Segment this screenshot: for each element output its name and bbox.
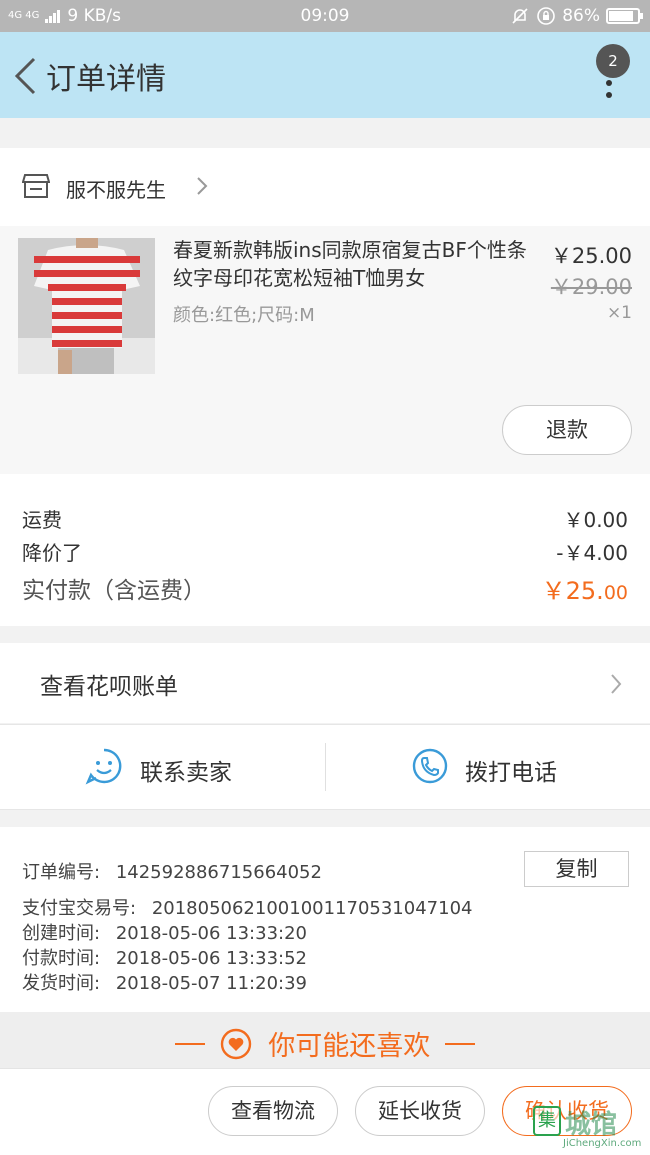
paid-time-row: 付款时间: 2018-05-06 13:33:52 [22, 944, 307, 970]
shipped-time-row: 发货时间: 2018-05-07 11:20:39 [22, 969, 307, 995]
nav-bar: 订单详情 2 [0, 32, 650, 118]
paid-value: ￥25.00 [542, 571, 628, 606]
alipay-trade-number: 2018050621001001170531047104 [151, 898, 473, 919]
created-time-label: 创建时间: [22, 923, 101, 944]
watermark-logo: 集 [533, 1106, 561, 1136]
alipay-trade-row: 支付宝交易号: 2018050621001001170531047104 [22, 894, 472, 920]
decor-line-right [444, 1042, 475, 1045]
more-menu-button[interactable]: 2 [594, 44, 630, 104]
phone-icon [412, 748, 448, 784]
huabei-bill-row[interactable]: 查看花呗账单 [0, 643, 650, 723]
rotation-lock-icon [537, 7, 556, 25]
shipped-time: 2018-05-07 11:20:39 [115, 973, 307, 994]
product-item[interactable]: 春夏新款韩版ins同款原宿复古BF个性条纹字母印花宽松短袖T恤男女 颜色:红色;… [0, 226, 650, 474]
may-like-label: 你可能还喜欢 [268, 1031, 431, 1062]
page-title: 订单详情 [46, 62, 166, 97]
discount-value: -￥4.00 [556, 541, 628, 565]
discount-label: 降价了 [22, 541, 82, 565]
paid-label: 实付款（含运费） [22, 578, 206, 604]
fee-summary: 运费 ￥0.00 降价了 -￥4.00 实付款（含运费） ￥25.00 [0, 474, 650, 626]
created-time-row: 创建时间: 2018-05-06 13:33:20 [22, 919, 307, 945]
extend-receipt-button[interactable]: 延长收货 [355, 1086, 485, 1136]
paid-row: 实付款（含运费） ￥25.00 [22, 571, 628, 605]
mute-bell-icon [512, 8, 528, 24]
message-count-badge: 2 [596, 44, 630, 78]
product-title[interactable]: 春夏新款韩版ins同款原宿复古BF个性条纹字母印花宽松短袖T恤男女 [173, 236, 533, 292]
chat-smile-icon [85, 748, 122, 785]
call-phone-button[interactable]: 拨打电话 [325, 725, 650, 809]
order-number-row: 订单编号: 142592886715664052 [22, 858, 322, 884]
watermark-text: 城馆 [565, 1110, 618, 1140]
product-thumbnail[interactable] [18, 238, 155, 374]
product-quantity: ×1 [606, 303, 632, 323]
created-time: 2018-05-06 13:33:20 [115, 923, 307, 944]
view-logistics-button[interactable]: 查看物流 [208, 1086, 338, 1136]
battery-icon [606, 8, 643, 24]
shipping-fee-label: 运费 [22, 508, 62, 532]
status-bar: 4G 4G 9 KB/s 09:09 86% [0, 0, 650, 32]
more-dots-icon [606, 80, 612, 104]
shipped-time-label: 发货时间: [22, 973, 101, 994]
order-info: 订单编号: 142592886715664052 复制 支付宝交易号: 2018… [0, 827, 650, 1012]
chevron-right-icon [611, 674, 622, 694]
alipay-trade-label: 支付宝交易号: [22, 898, 137, 919]
heart-icon [220, 1028, 251, 1059]
shop-name: 服不服先生 [66, 178, 166, 202]
copy-button[interactable]: 复制 [524, 851, 629, 887]
discount-row: 降价了 -￥4.00 [22, 537, 628, 566]
shop-row[interactable]: 服不服先生 [0, 148, 650, 226]
order-number-label: 订单编号: [22, 862, 101, 883]
product-spec: 颜色:红色;尺码:M [173, 305, 315, 326]
paid-time: 2018-05-06 13:33:52 [115, 948, 307, 969]
contact-bar: 联系卖家 拨打电话 [0, 724, 650, 810]
watermark-url: JiChengXin.com [563, 1138, 642, 1149]
product-price: ￥25.00 [550, 244, 632, 268]
huabei-bill-label: 查看花呗账单 [40, 674, 178, 700]
watermark: 集 城馆 JiChengXin.com [533, 1104, 649, 1154]
shipping-fee-row: 运费 ￥0.00 [22, 504, 628, 533]
order-number: 142592886715664052 [115, 862, 322, 883]
refund-button[interactable]: 退款 [502, 405, 632, 455]
product-photo [18, 238, 155, 374]
product-original-price: ￥29.00 [550, 275, 632, 299]
paid-time-label: 付款时间: [22, 948, 101, 969]
decor-line-left [175, 1042, 206, 1045]
back-arrow-icon[interactable] [12, 56, 38, 96]
shipping-fee-value: ￥0.00 [563, 508, 628, 532]
paid-value-cents: 00 [603, 582, 628, 604]
contact-seller-label: 联系卖家 [140, 760, 232, 786]
chevron-right-icon [197, 177, 208, 195]
paid-value-main: ￥25. [541, 577, 604, 605]
call-phone-label: 拨打电话 [465, 760, 557, 786]
store-icon [22, 174, 50, 198]
battery-percent: 86% [562, 6, 600, 26]
may-like-header: 你可能还喜欢 [0, 1012, 650, 1068]
contact-seller-button[interactable]: 联系卖家 [0, 725, 325, 809]
